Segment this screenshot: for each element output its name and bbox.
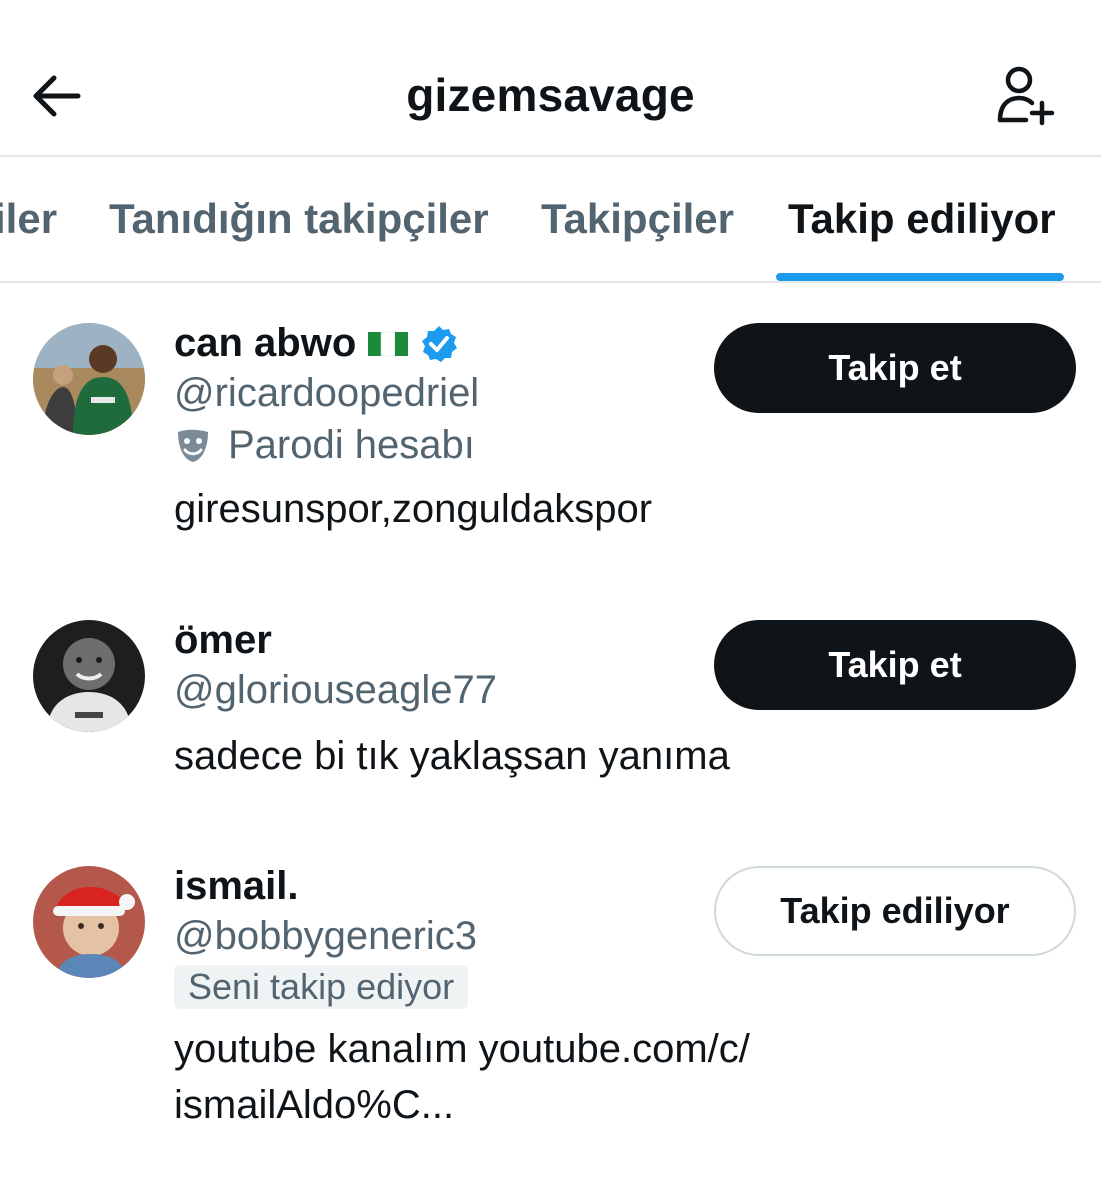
avatar[interactable]: [33, 620, 145, 732]
follow-button[interactable]: Takip et: [714, 620, 1076, 710]
theater-masks-icon: [178, 429, 208, 462]
add-user-button[interactable]: [990, 62, 1062, 130]
user-name-line: ömer: [174, 618, 272, 663]
active-tab-indicator: [776, 273, 1064, 281]
nigeria-flag-icon: [368, 331, 409, 356]
page-title: gizemsavage: [406, 69, 695, 121]
tab-mutual[interactable]: iler: [0, 195, 57, 243]
user-name: can abwo: [174, 321, 357, 365]
user-handle: @gloriouseagle77: [174, 668, 498, 712]
user-name-line: can abwo: [174, 321, 458, 366]
tab-known-followers[interactable]: Tanıdığın takipçiler: [109, 195, 489, 243]
top-header: gizemsavage: [0, 0, 1101, 157]
user-name-line: ismail.: [174, 864, 299, 909]
user-name: ömer: [174, 618, 272, 662]
user-name: ismail.: [174, 864, 299, 908]
following-button[interactable]: Takip ediliyor: [714, 866, 1076, 956]
user-bio: sadece bi tık yaklaşsan yanıma: [174, 734, 730, 778]
parody-label: Parodi hesabı: [174, 423, 475, 468]
following-page: gizemsavage iler Tanıdığın takipçiler Ta…: [0, 0, 1101, 1200]
parody-text: Parodi hesabı: [228, 423, 475, 467]
user-handle: @ricardoopedriel: [174, 371, 480, 415]
user-bio: youtube kanalım youtube.com/c/ ismailAld…: [174, 1027, 750, 1127]
tab-bar: iler Tanıdığın takipçiler Takipçiler Tak…: [0, 157, 1101, 283]
tab-following[interactable]: Takip ediliyor: [788, 195, 1056, 243]
verified-badge-icon: [422, 325, 458, 362]
user-bio: giresunspor,zonguldakspor: [174, 487, 653, 531]
avatar[interactable]: [33, 323, 145, 435]
follow-button[interactable]: Takip et: [714, 323, 1076, 413]
add-user-icon: [997, 66, 1055, 126]
follows-you-badge: Seni takip ediyor: [174, 965, 469, 1009]
avatar[interactable]: [33, 866, 145, 978]
tab-followers[interactable]: Takipçiler: [541, 195, 734, 243]
user-handle: @bobbygeneric3: [174, 914, 478, 958]
